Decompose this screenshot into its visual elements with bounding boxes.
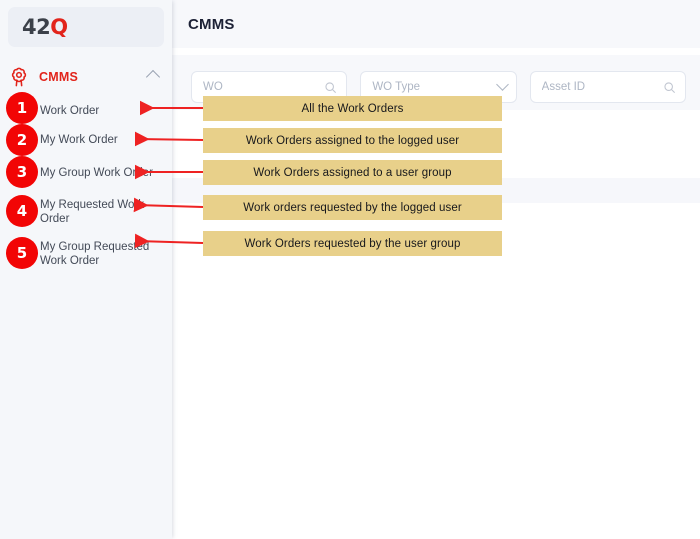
sidebar-section-cmms[interactable]: CMMS (0, 63, 172, 91)
logo-suffix: Q (50, 15, 68, 39)
step-badge-5: 5 (6, 237, 38, 269)
sidebar: 42Q CMMS 1 Work Order 2 My Work Order 3 … (0, 0, 172, 539)
wo-search-placeholder: WO (203, 81, 223, 93)
step-badge-3: 3 (6, 156, 38, 188)
logo-text: 42Q (22, 15, 68, 39)
asset-id-search-field[interactable]: Asset ID (529, 71, 686, 103)
step-badge-1: 1 (6, 92, 38, 124)
sidebar-item-my-work-order[interactable]: 2 My Work Order (0, 124, 172, 156)
wo-type-select[interactable]: WO Type (360, 71, 517, 103)
page-title: CMMS (188, 15, 235, 33)
page-header: CMMS (172, 0, 700, 48)
sidebar-item-label: My Requested Work Order (40, 198, 144, 226)
search-icon[interactable] (324, 81, 337, 94)
main-content: CMMS WO WO Type Asset ID (172, 0, 700, 539)
logo-prefix: 42 (22, 15, 51, 39)
step-badge-4: 4 (6, 195, 38, 227)
step-badge-2: 2 (6, 124, 38, 156)
sidebar-nav: 1 Work Order 2 My Work Order 3 My Group … (0, 92, 172, 274)
chevron-down-icon[interactable] (495, 77, 509, 91)
wo-type-placeholder: WO Type (372, 81, 421, 93)
filter-bar: WO WO Type Asset ID (191, 71, 686, 103)
sidebar-item-label: My Group Work Order (40, 166, 153, 179)
sidebar-item-my-requested-work-order[interactable]: 4 My Requested Work Order (0, 192, 172, 232)
sidebar-section-label: CMMS (39, 70, 78, 84)
sidebar-item-work-order[interactable]: 1 Work Order (0, 92, 172, 126)
table-header-row (172, 178, 700, 203)
search-icon[interactable] (663, 81, 676, 94)
sidebar-item-label: My Group Requested Work Order (40, 240, 150, 268)
app-logo[interactable]: 42Q (8, 7, 164, 47)
asset-id-placeholder: Asset ID (541, 81, 586, 93)
gear-icon (8, 66, 30, 88)
chevron-up-icon[interactable] (145, 69, 161, 85)
sidebar-item-label: Work Order (40, 104, 100, 117)
sidebar-item-my-group-work-order[interactable]: 3 My Group Work Order (0, 154, 172, 192)
sidebar-item-my-group-requested-work-order[interactable]: 5 My Group Requested Work Order (0, 234, 172, 274)
sidebar-item-label: My Work Order (40, 133, 118, 146)
wo-search-field[interactable]: WO (191, 71, 348, 103)
